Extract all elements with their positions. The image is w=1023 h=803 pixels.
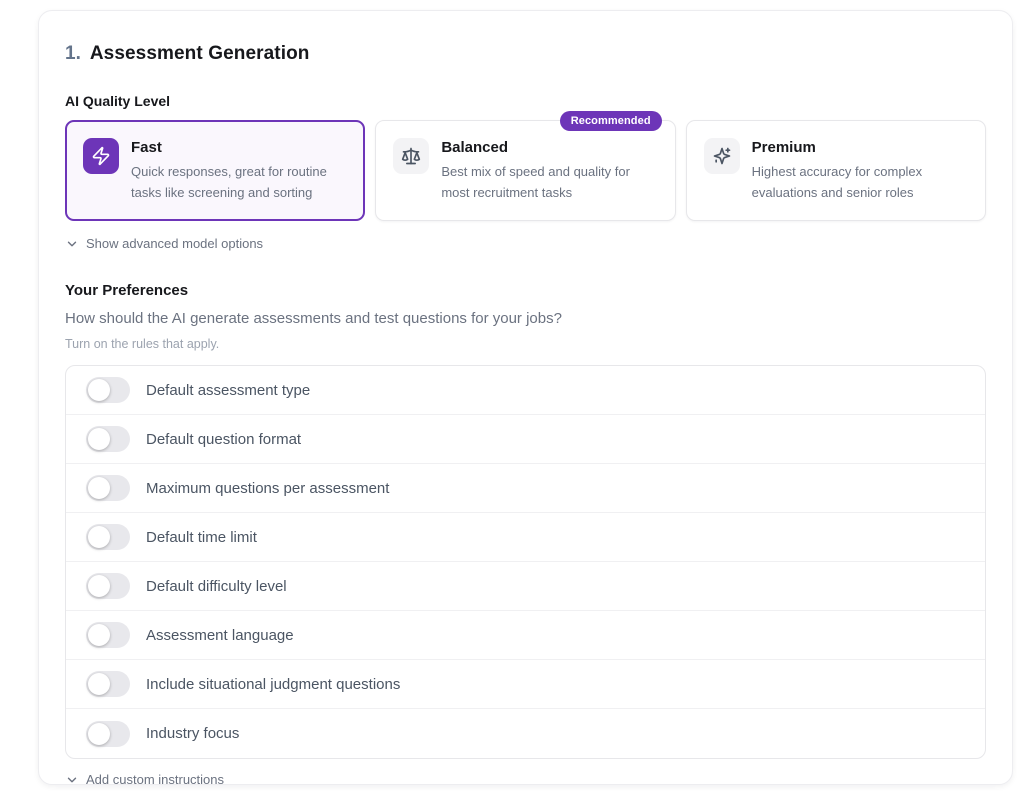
- add-custom-instructions-label: Add custom instructions: [86, 772, 224, 787]
- toggle-knob: [88, 673, 110, 695]
- toggle-assessment-language[interactable]: [86, 622, 130, 648]
- toggle-default-question-format[interactable]: [86, 426, 130, 452]
- rule-label: Default difficulty level: [146, 578, 287, 595]
- quality-option-balanced[interactable]: Recommended Balanced Best mix of speed a…: [375, 120, 675, 221]
- toggle-knob: [88, 575, 110, 597]
- toggle-knob: [88, 428, 110, 450]
- preference-row-situational-judgment: Include situational judgment questions: [66, 660, 985, 709]
- preferences-question: How should the AI generate assessments a…: [65, 310, 986, 327]
- section-number: 1.: [65, 43, 81, 65]
- quality-option-title: Fast: [131, 139, 347, 156]
- toggle-knob: [88, 379, 110, 401]
- preference-rules-list: Default assessment type Default question…: [65, 365, 986, 759]
- quality-option-title: Balanced: [441, 139, 657, 156]
- show-advanced-options-link[interactable]: Show advanced model options: [65, 236, 263, 251]
- rule-label: Default question format: [146, 431, 301, 448]
- toggle-maximum-questions[interactable]: [86, 475, 130, 501]
- preferences-hint: Turn on the rules that apply.: [65, 337, 986, 351]
- toggle-default-assessment-type[interactable]: [86, 377, 130, 403]
- rule-label: Industry focus: [146, 725, 239, 742]
- toggle-knob: [88, 624, 110, 646]
- preference-row-industry-focus: Industry focus: [66, 709, 985, 758]
- preference-row-default-time-limit: Default time limit: [66, 513, 985, 562]
- preference-row-default-question-format: Default question format: [66, 415, 985, 464]
- chevron-down-icon: [65, 773, 79, 787]
- recommended-badge: Recommended: [560, 111, 662, 131]
- page-title: Assessment Generation: [90, 43, 310, 65]
- preference-row-maximum-questions: Maximum questions per assessment: [66, 464, 985, 513]
- sparkles-icon: [704, 138, 740, 174]
- rule-label: Default time limit: [146, 529, 257, 546]
- quality-option-description: Quick responses, great for routine tasks…: [131, 161, 347, 203]
- quality-options-row: Fast Quick responses, great for routine …: [65, 120, 986, 221]
- rule-label: Include situational judgment questions: [146, 676, 400, 693]
- quality-option-description: Best mix of speed and quality for most r…: [441, 161, 657, 203]
- chevron-down-icon: [65, 237, 79, 251]
- preference-row-assessment-language: Assessment language: [66, 611, 985, 660]
- section-header: 1. Assessment Generation: [65, 43, 986, 65]
- toggle-default-difficulty-level[interactable]: [86, 573, 130, 599]
- toggle-knob: [88, 526, 110, 548]
- toggle-industry-focus[interactable]: [86, 721, 130, 747]
- rule-label: Assessment language: [146, 627, 294, 644]
- quality-option-title: Premium: [752, 139, 968, 156]
- preferences-title: Your Preferences: [65, 282, 986, 299]
- quality-option-fast[interactable]: Fast Quick responses, great for routine …: [65, 120, 365, 221]
- scale-icon: [393, 138, 429, 174]
- add-custom-instructions-link[interactable]: Add custom instructions: [65, 772, 224, 787]
- quality-option-description: Highest accuracy for complex evaluations…: [752, 161, 968, 203]
- zap-icon: [83, 138, 119, 174]
- toggle-situational-judgment[interactable]: [86, 671, 130, 697]
- ai-quality-level-label: AI Quality Level: [65, 93, 986, 109]
- assessment-generation-panel: 1. Assessment Generation AI Quality Leve…: [38, 10, 1013, 785]
- toggle-knob: [88, 477, 110, 499]
- show-advanced-options-label: Show advanced model options: [86, 236, 263, 251]
- toggle-knob: [88, 723, 110, 745]
- preference-row-default-assessment-type: Default assessment type: [66, 366, 985, 415]
- toggle-default-time-limit[interactable]: [86, 524, 130, 550]
- preference-row-default-difficulty-level: Default difficulty level: [66, 562, 985, 611]
- rule-label: Default assessment type: [146, 382, 310, 399]
- rule-label: Maximum questions per assessment: [146, 480, 389, 497]
- quality-option-premium[interactable]: Premium Highest accuracy for complex eva…: [686, 120, 986, 221]
